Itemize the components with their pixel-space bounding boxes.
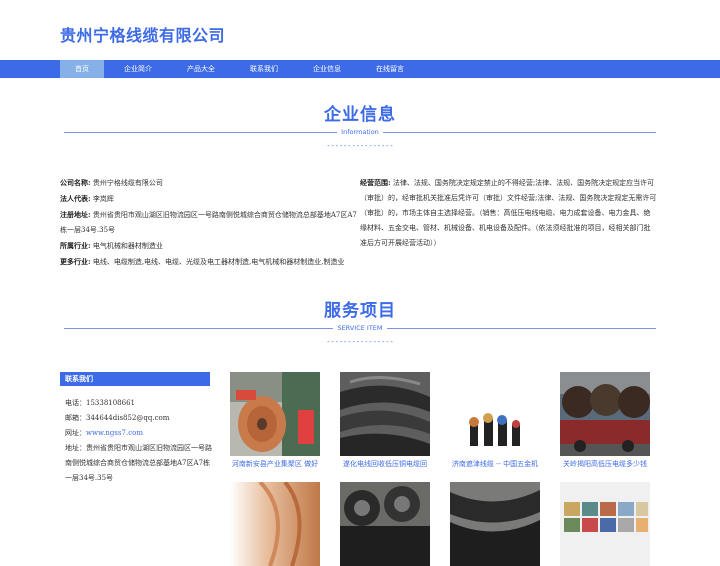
contact-phone-row: 电话：15338108661 bbox=[65, 399, 135, 407]
business-scope: 法律、法规、国务院决定规定禁止的不得经营;法律、法规、国务院决定规定应当许可（审… bbox=[360, 179, 657, 247]
main-nav: 首页 企业简介 产品大全 联系我们 企业信息 在线留言 bbox=[0, 60, 720, 78]
info-section-title: 企业信息 bbox=[324, 105, 396, 125]
contact-website-link[interactable]: www.ngss7.com bbox=[86, 429, 143, 437]
company-info-right: 经营范围: 法律、法规、国务院决定规定禁止的不得经营;法律、法规、国务院决定规定… bbox=[360, 175, 657, 251]
contact-web-row: 网址：www.ngss7.com bbox=[65, 429, 143, 437]
nav-company-info[interactable]: 企业信息 bbox=[305, 60, 349, 78]
nav-about[interactable]: 企业简介 bbox=[116, 60, 160, 78]
product-image-copper-coil[interactable] bbox=[230, 482, 320, 566]
nav-home[interactable]: 首页 bbox=[60, 60, 104, 78]
business-scope-row: 经营范围: 法律、法规、国务院决定规定禁止的不得经营;法律、法规、国务院决定规定… bbox=[360, 178, 657, 247]
product-image-color-blocks[interactable] bbox=[560, 482, 650, 566]
contact-address-row: 地址：贵州省贵阳市观山湖区旧物流园区一号路南侧悦城综合商贸仓储物流总部基地A7区… bbox=[65, 444, 212, 482]
product-card[interactable]: 遂化电线回收低压铜电缆回 bbox=[340, 372, 430, 469]
product-card[interactable]: 济南遮津线缆 -- 中国五金机 bbox=[450, 372, 540, 469]
nav-products[interactable]: 产品大全 bbox=[179, 60, 223, 78]
product-card[interactable]: 河南新安县产业集聚区 做好 bbox=[230, 372, 320, 469]
product-image-cable-coils[interactable] bbox=[340, 482, 430, 566]
company-name: 贵州宁格线缆有限公司 bbox=[92, 179, 163, 187]
more-industry-row: 更多行业: 电线、电缆制造,电线、电缆、光缆及电工器材制造,电气机械和器材制造业… bbox=[60, 257, 345, 266]
contact-email-row: 邮箱：344644dis852@qq.com bbox=[65, 414, 170, 422]
legal-rep-row: 法人代表: 李岚辉 bbox=[60, 194, 114, 203]
product-card[interactable] bbox=[340, 482, 430, 566]
more-industry: 电线、电缆制造,电线、电缆、光缆及电工器材制造,电气机械和器材制造业,制造业 bbox=[92, 258, 345, 266]
product-image-cable-bundles[interactable] bbox=[340, 372, 430, 456]
contact-address: 贵州省贵阳市观山湖区旧物流园区一号路南侧悦城综合商贸仓储物流总部基地A7区A7栋… bbox=[65, 444, 212, 482]
product-image-cable-drums-truck[interactable] bbox=[560, 372, 650, 456]
product-caption[interactable]: 济南遮津线缆 -- 中国五金机 bbox=[450, 459, 540, 469]
reg-address: 贵州省贵阳市观山湖区旧物流园区一号路南侧悦城综合商贸仓储物流总部基地A7区A7栋… bbox=[60, 211, 357, 234]
contact-heading: 联系我们 bbox=[60, 372, 210, 386]
product-card[interactable] bbox=[560, 482, 650, 566]
service-section-title: 服务项目 bbox=[324, 301, 396, 321]
info-dashes: ---------------- bbox=[326, 142, 394, 150]
info-section-subtitle: Information bbox=[337, 128, 383, 136]
company-name-row: 公司名称: 贵州宁格线缆有限公司 bbox=[60, 178, 163, 187]
product-caption[interactable]: 关岭揭阳高低压电缆多少钱 bbox=[560, 459, 650, 469]
legal-rep: 李岚辉 bbox=[92, 195, 114, 203]
product-card[interactable] bbox=[450, 482, 540, 566]
product-caption[interactable]: 河南新安县产业集聚区 做好 bbox=[230, 459, 320, 469]
service-section-subtitle: SERVICE ITEM bbox=[333, 324, 387, 332]
product-caption[interactable]: 遂化电线回收低压铜电缆回 bbox=[340, 459, 430, 469]
service-dashes: ---------------- bbox=[326, 338, 394, 346]
company-info-left: 公司名称: 贵州宁格线缆有限公司 法人代表: 李岚辉 注册地址: 贵州省贵阳市观… bbox=[60, 175, 360, 270]
industry: 电气机械和器材制造业 bbox=[92, 242, 163, 250]
product-image-black-cables[interactable] bbox=[450, 482, 540, 566]
reg-address-row: 注册地址: 贵州省贵阳市观山湖区旧物流园区一号路南侧悦城综合商贸仓储物流总部基地… bbox=[60, 210, 357, 234]
industry-row: 所属行业: 电气机械和器材制造业 bbox=[60, 241, 163, 250]
product-image-copper-wire-spools[interactable] bbox=[230, 372, 320, 456]
product-image-cable-cross-sections[interactable] bbox=[450, 372, 540, 456]
product-card[interactable] bbox=[230, 482, 320, 566]
nav-contact[interactable]: 联系我们 bbox=[242, 60, 286, 78]
contact-email: 344644dis852@qq.com bbox=[86, 414, 170, 422]
nav-message[interactable]: 在线留言 bbox=[368, 60, 412, 78]
contact-phone: 15338108661 bbox=[86, 399, 135, 407]
product-card[interactable]: 关岭揭阳高低压电缆多少钱 bbox=[560, 372, 650, 469]
site-title[interactable]: 贵州宁格线缆有限公司 bbox=[60, 22, 225, 46]
contact-box: 电话：15338108661 邮箱：344644dis852@qq.com 网址… bbox=[65, 396, 213, 486]
